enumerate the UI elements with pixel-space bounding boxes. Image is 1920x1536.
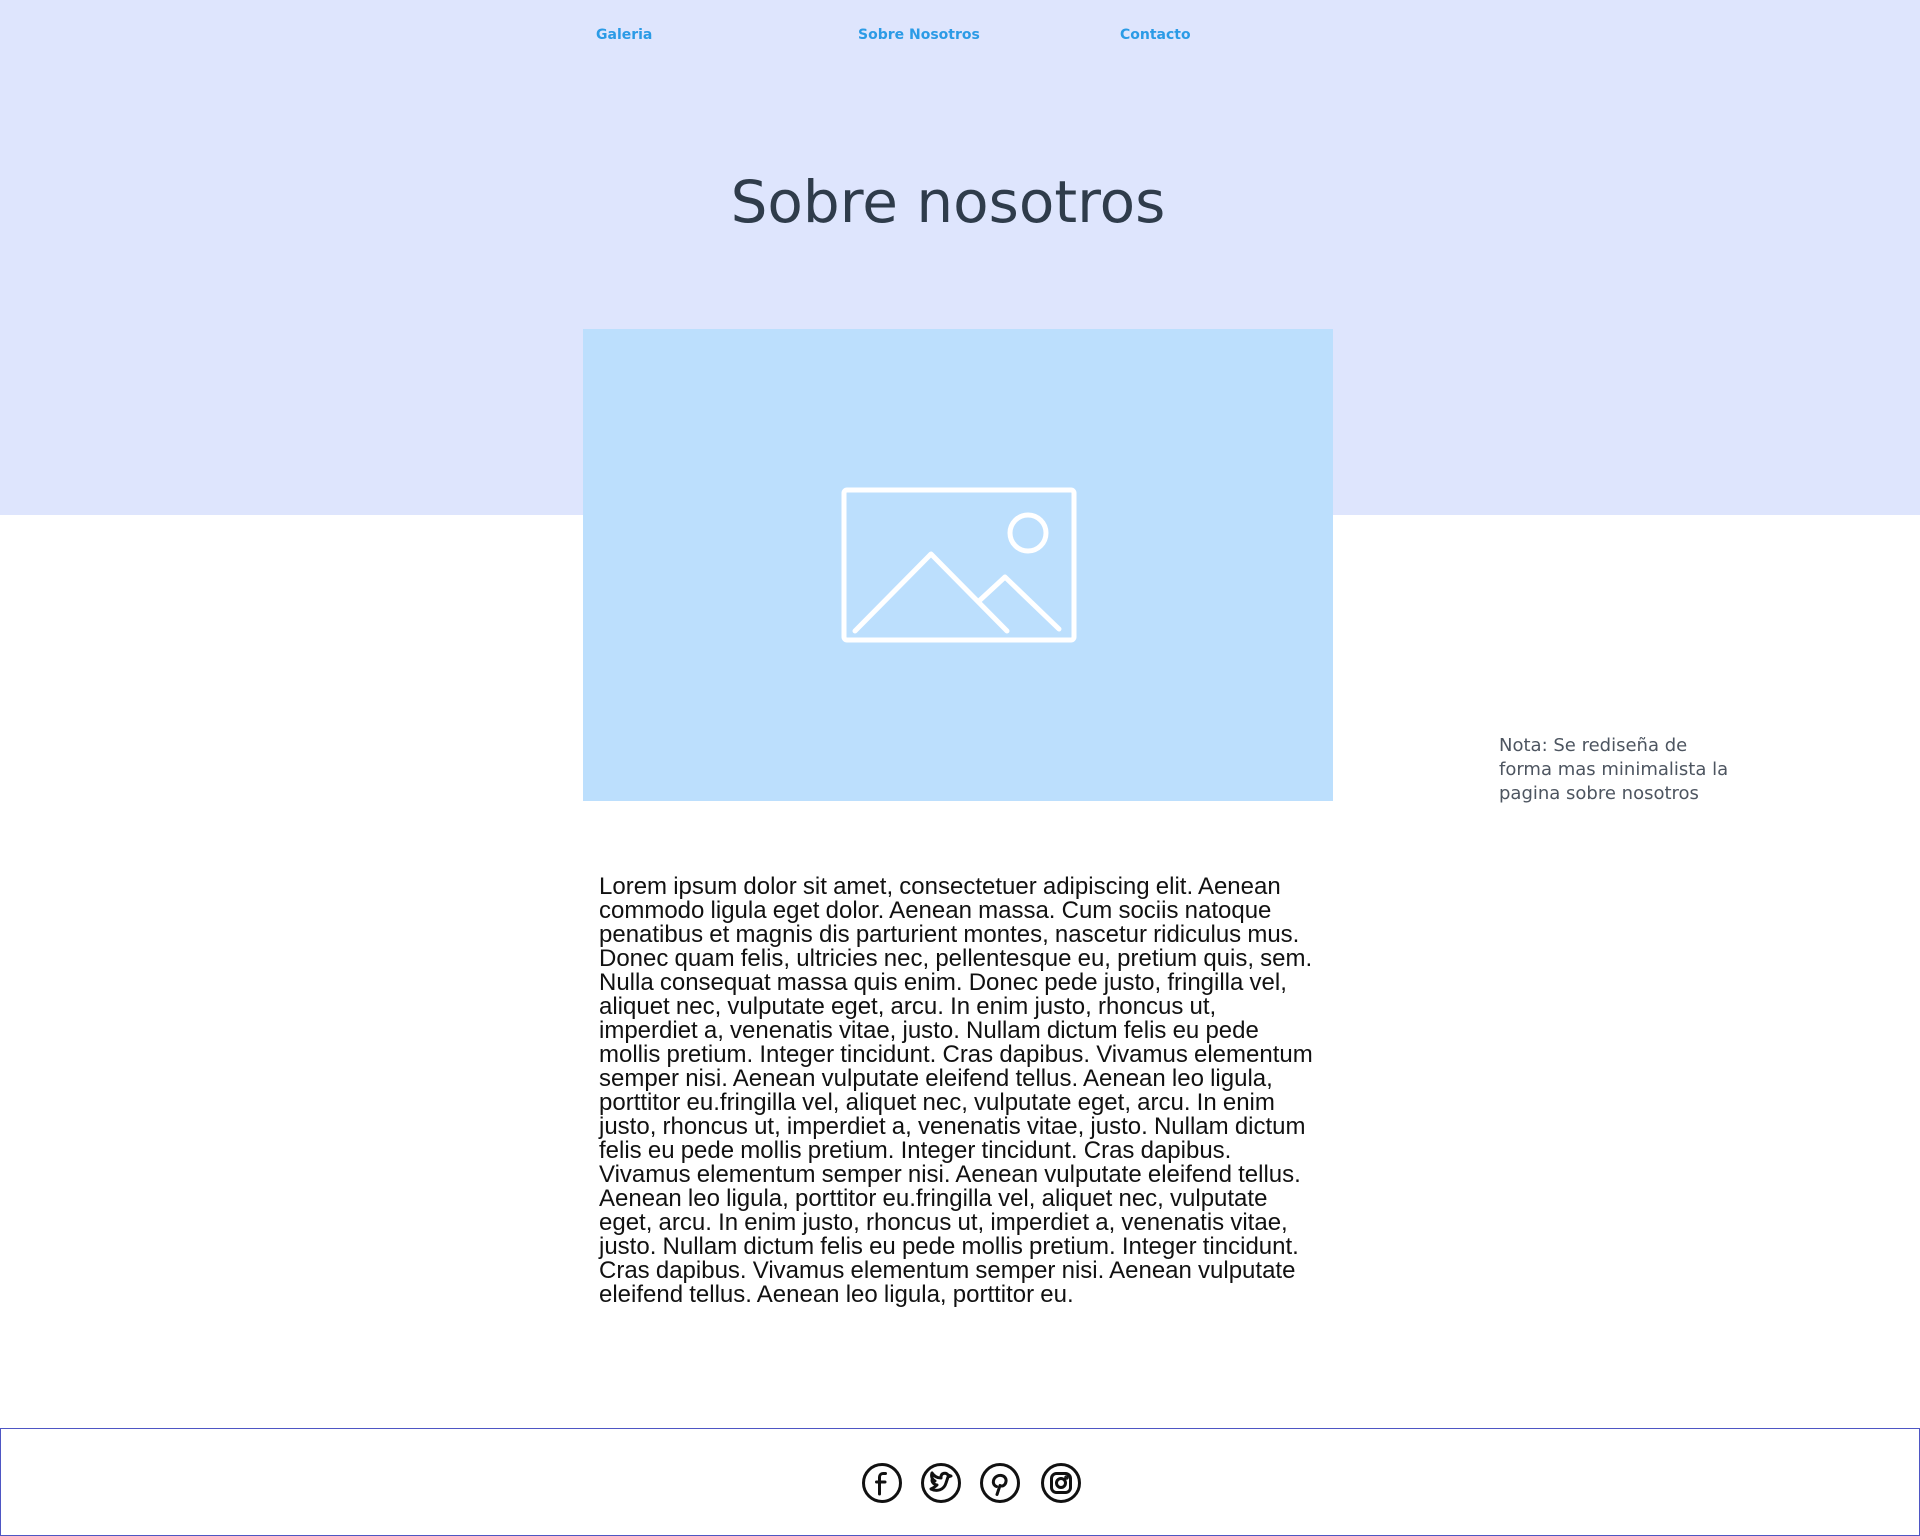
about-page: Galeria Sobre Nosotros Contacto Sobre no… (0, 0, 1920, 1536)
twitter-icon[interactable] (920, 1462, 962, 1504)
nav-link-galeria[interactable]: Galeria (596, 27, 652, 43)
nav-link-sobre-nosotros[interactable]: Sobre Nosotros (858, 27, 980, 43)
image-placeholder-icon (841, 487, 1077, 643)
instagram-icon[interactable] (1040, 1462, 1082, 1504)
page-title: Sobre nosotros (730, 168, 1166, 236)
about-paragraph: Lorem ipsum dolor sit amet, consectetuer… (599, 873, 1313, 1308)
design-note: Nota: Se rediseña de forma mas minimalis… (1499, 735, 1729, 804)
pinterest-icon[interactable] (979, 1462, 1021, 1504)
hero-image-placeholder (583, 329, 1333, 801)
footer (0, 1428, 1920, 1536)
facebook-icon[interactable] (861, 1462, 903, 1504)
nav-link-contacto[interactable]: Contacto (1120, 27, 1191, 43)
